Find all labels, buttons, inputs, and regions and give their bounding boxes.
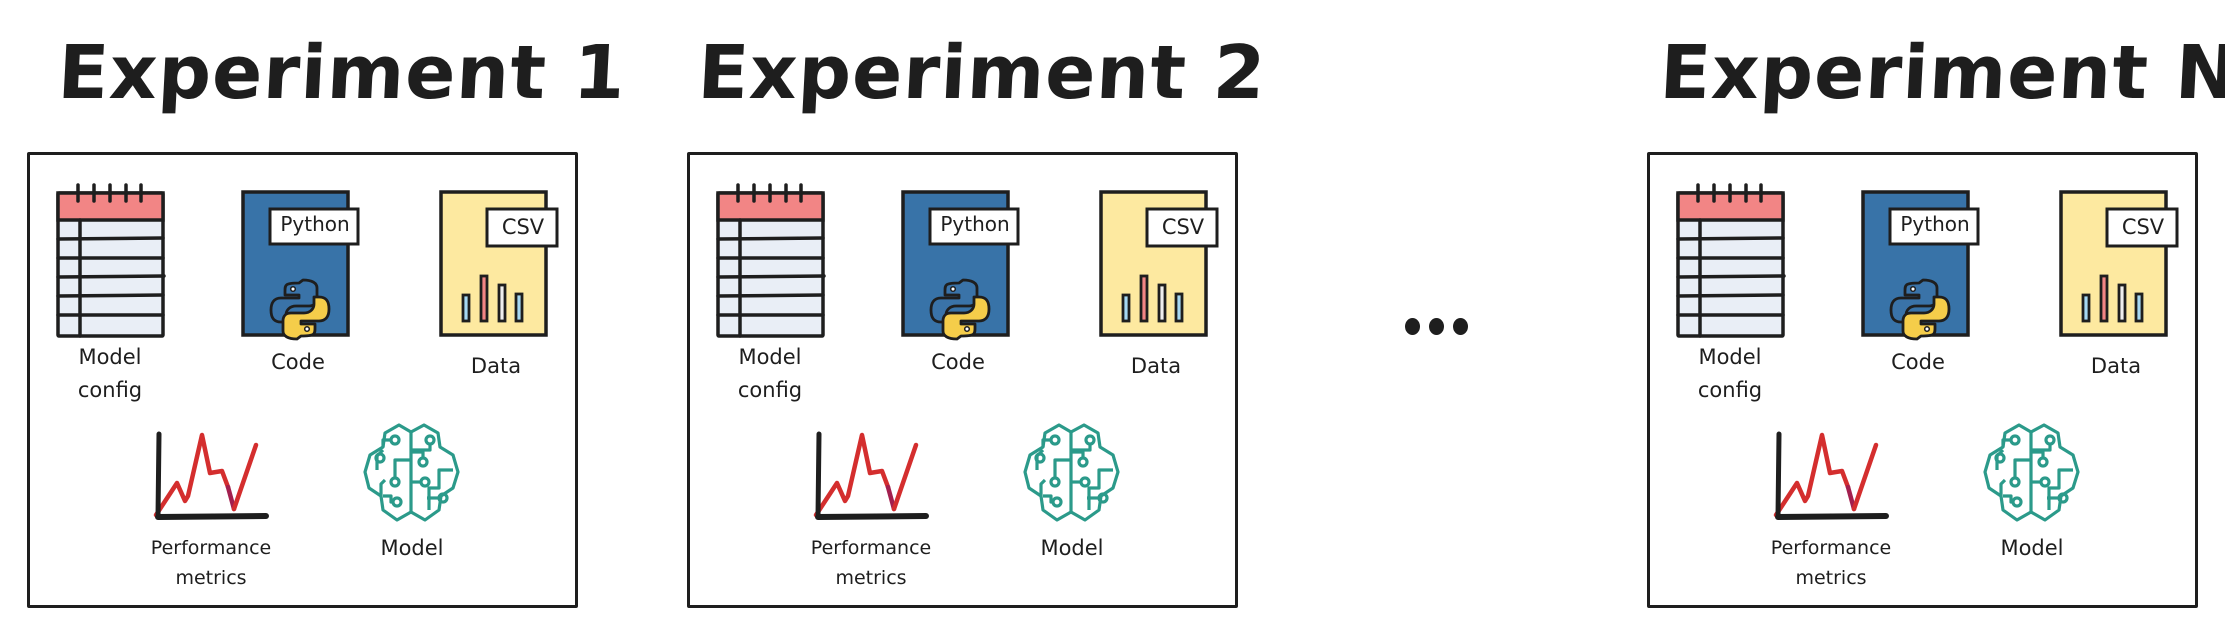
python-file-icon: Python [1861, 190, 1996, 344]
csv-badge-label: CSV [2121, 215, 2165, 239]
notepad-icon [716, 183, 826, 342]
performance-label-line1: Performance [150, 537, 272, 559]
model-config-label-line1: Model [1698, 345, 1762, 369]
experiment-1-frame: Model config Python Code CSV Data Perfor… [27, 152, 578, 608]
line-chart-icon [810, 427, 935, 526]
performance-metrics-label: Performance metrics [791, 533, 951, 594]
python-file-icon: Python [901, 190, 1036, 344]
model-config-label-line1: Model [78, 345, 142, 369]
model-config-label-line2: config [1697, 377, 1763, 402]
python-badge-label: Python [1900, 212, 1970, 236]
model-config-label: Model config [690, 341, 850, 406]
experiment-n-frame: Model config Python Code CSV Data Perfor… [1647, 152, 2198, 608]
ellipsis-dot [1453, 318, 1468, 335]
performance-label-line2: metrics [835, 567, 907, 590]
line-chart-icon [1770, 427, 1895, 526]
performance-metrics-label: Performance metrics [1751, 533, 1911, 594]
experiment-2-frame: Model config Python Code CSV Data Perfor… [687, 152, 1238, 608]
more-experiments-ellipsis [1405, 318, 1468, 335]
csv-file-icon: CSV [439, 190, 574, 344]
data-label: Data [470, 354, 522, 378]
performance-label-line1: Performance [810, 537, 932, 559]
model-label: Model [2000, 536, 2064, 560]
notepad-icon [56, 183, 166, 342]
model-label: Model [1040, 536, 1104, 560]
csv-file-icon: CSV [2059, 190, 2194, 344]
ellipsis-dot [1405, 318, 1420, 335]
csv-file-icon: CSV [1099, 190, 1234, 344]
python-badge-label: Python [280, 212, 350, 236]
experiment-2-title: Experiment 2 [695, 30, 1269, 116]
performance-label-line2: metrics [1795, 567, 1867, 590]
experiment-1-title: Experiment 1 [55, 30, 629, 116]
data-label: Data [1130, 354, 1182, 378]
model-config-label-line1: Model [738, 345, 802, 369]
line-chart-icon [150, 427, 275, 526]
performance-label-line2: metrics [175, 567, 247, 590]
code-label: Code [931, 350, 985, 374]
python-file-icon: Python [241, 190, 376, 344]
model-label: Model [380, 536, 444, 560]
notepad-icon [1676, 183, 1786, 342]
ellipsis-dot [1429, 318, 1444, 335]
brain-circuit-icon [361, 422, 463, 530]
experiment-n-title: Experiment N [1657, 30, 2225, 116]
model-config-label: Model config [1650, 341, 1810, 406]
csv-badge-label: CSV [1161, 215, 1205, 239]
model-config-label-line2: config [737, 377, 803, 402]
model-config-label: Model config [30, 341, 190, 406]
brain-circuit-icon [1021, 422, 1123, 530]
code-label: Code [271, 350, 325, 374]
performance-metrics-label: Performance metrics [131, 533, 291, 594]
csv-badge-label: CSV [501, 215, 545, 239]
code-label: Code [1891, 350, 1945, 374]
model-config-label-line2: config [77, 377, 143, 402]
data-label: Data [2090, 354, 2142, 378]
performance-label-line1: Performance [1770, 537, 1892, 559]
python-badge-label: Python [940, 212, 1010, 236]
brain-circuit-icon [1981, 422, 2083, 530]
